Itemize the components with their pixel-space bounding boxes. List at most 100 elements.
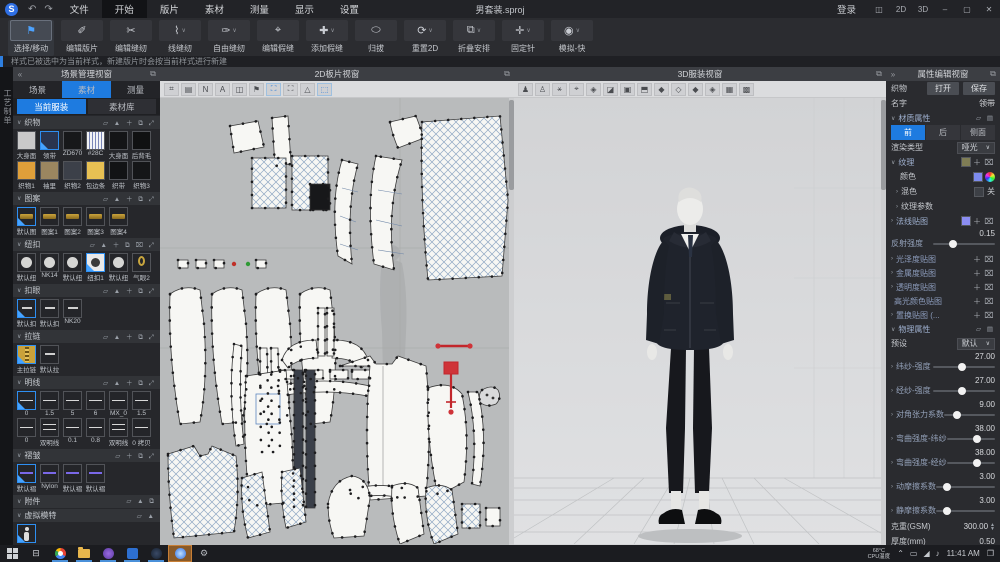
swatch-NK20[interactable]: NK20 (61, 299, 84, 328)
section-header-明线[interactable]: ∨明线▱ ▲ ＋ ⧉ ⤢ (13, 376, 160, 389)
slider-track[interactable] (936, 486, 995, 488)
style3d-app-icon[interactable] (168, 545, 192, 562)
tool-edit-basting[interactable]: ⌖编辑假缝 (257, 20, 299, 54)
face-tab-侧面[interactable]: 侧面 (961, 125, 995, 140)
swatch-领带[interactable]: 领带 (38, 131, 61, 160)
app-purple-icon[interactable] (96, 545, 120, 562)
slider-track[interactable] (933, 366, 995, 368)
swatch-NK14[interactable]: NK14 (38, 253, 61, 282)
tool-free-sewing[interactable]: ✑∨自由缝纫 (208, 20, 250, 54)
color-picker-icon[interactable] (985, 172, 995, 182)
swatch-织物1[interactable]: 织物1 (15, 161, 38, 190)
swatch-虚拟模特[interactable] (15, 524, 38, 543)
snap-grid-icon[interactable]: ⌗ (164, 83, 179, 96)
add-icon[interactable]: ＋ (971, 282, 983, 293)
show-garment-icon[interactable]: ⛶ (266, 83, 281, 96)
popout-icon[interactable]: ⧉ (872, 69, 886, 79)
swatch-0 拷贝[interactable]: 0 拷贝 (130, 418, 153, 447)
trash-icon[interactable]: ⌧ (983, 158, 995, 167)
trash-icon[interactable]: ⌧ (983, 255, 995, 264)
menu-版片[interactable]: 版片 (147, 0, 192, 18)
snap-icon[interactable]: ◈ (586, 83, 601, 96)
tape-icon[interactable]: ⌖ (569, 83, 584, 96)
swatch-默认褶[interactable]: 默认褶 (84, 464, 107, 493)
swatch-双明线[interactable]: 双明线 (107, 418, 130, 447)
scene-tab-素材[interactable]: 素材 (62, 81, 111, 98)
trash-icon[interactable]: ⌧ (983, 297, 995, 306)
swatch-默认褶[interactable]: 默认褶 (61, 464, 84, 493)
render-type-dropdown[interactable]: 哑光∨ (957, 142, 995, 154)
preset-dropdown[interactable]: 默认∨ (957, 338, 995, 350)
mesh-icon[interactable]: ⬒ (637, 83, 652, 96)
pattern-pieces[interactable] (168, 116, 508, 544)
menu-开始[interactable]: 开始 (102, 0, 147, 18)
notification-icon[interactable]: ❐ (987, 549, 994, 558)
add-icon[interactable]: ＋ (971, 157, 983, 168)
pattern-2d-viewport[interactable]: 2D板片视窗 ⧉ ⌗▤NA◫⚑⛶⛶△⬚ (160, 67, 514, 545)
app-blue-icon[interactable] (120, 545, 144, 562)
battery-icon[interactable]: ▭ (910, 549, 918, 558)
swatch-1.5[interactable]: 1.5 (130, 391, 153, 417)
swatch-MX_0[interactable]: MX_0 (107, 391, 130, 417)
section-header-织物[interactable]: ∨织物▱ ▲ ＋ ⧉ ⤢ (13, 116, 160, 129)
scene-tab-测量[interactable]: 测量 (111, 81, 160, 98)
view-3d-icon[interactable]: 3D (912, 0, 934, 18)
scene-subtab-当前服装[interactable]: 当前服装 (17, 99, 86, 114)
menu-设置[interactable]: 设置 (327, 0, 372, 18)
texture-swatch[interactable] (961, 157, 971, 167)
pattern-pieces-canvas[interactable] (160, 98, 514, 544)
garment-a-icon[interactable]: ◇ (671, 83, 686, 96)
popout-icon[interactable]: ⧉ (500, 69, 514, 79)
blend-off[interactable]: 关 (987, 186, 995, 197)
swatch-图案2[interactable]: 图案2 (61, 207, 84, 236)
close-icon[interactable]: ✕ (978, 0, 1000, 18)
lock-piece-icon[interactable]: △ (300, 83, 315, 96)
swatch-图案3[interactable]: 图案3 (84, 207, 107, 236)
swatch-默认纽[interactable]: 默认纽 (107, 253, 130, 282)
thickness-value[interactable]: 0.50 (979, 537, 995, 545)
cpu-temp-widget[interactable]: 68°C CPU温度 (868, 548, 891, 560)
section-header-图案[interactable]: ∨图案▱ ▲ ＋ ⧉ ⤢ (13, 192, 160, 205)
swatch-Nylon[interactable]: Nylon (38, 464, 61, 493)
mirror-icon[interactable]: ▤ (181, 83, 196, 96)
fit-map-icon[interactable]: ▦ (722, 83, 737, 96)
hidden-icons-chevron[interactable]: ⌃ (897, 549, 904, 558)
swatch-袖里[interactable]: 袖里 (38, 161, 61, 190)
file-explorer-icon[interactable] (72, 545, 96, 562)
mannequin-canvas[interactable] (514, 98, 886, 544)
trash-icon[interactable]: ⌧ (983, 311, 995, 320)
swatch-0.1[interactable]: 0.1 (61, 418, 84, 447)
scene-tab-场景[interactable]: 场景 (13, 81, 62, 98)
section-header-褶皱[interactable]: ∨褶皱▱ ＋ ⧉ ⤢ (13, 449, 160, 462)
task-view-button[interactable]: ⊟ (24, 545, 48, 562)
login-button[interactable]: 登录 (837, 2, 856, 16)
swatch-织物2[interactable]: 织物2 (61, 161, 84, 190)
tool-add-basting[interactable]: ✚∨添加假缝 (306, 20, 348, 54)
tool-simulate-fast[interactable]: ◉∨模拟-快 (551, 20, 593, 54)
taskbar-clock[interactable]: 11:41 AM (947, 549, 980, 558)
swatch-默认图[interactable]: 默认图 (15, 207, 38, 236)
section-header-附件[interactable]: ∨附件▱ ▲ ⧉ (13, 495, 160, 508)
caret-down-icon[interactable]: ∨ (428, 27, 432, 34)
swatch-织带[interactable]: 织带 (107, 161, 130, 190)
swatch-默认拉[interactable]: 默认拉 (38, 345, 61, 374)
caret-down-icon[interactable]: ∨ (576, 27, 580, 34)
gsm-stepper[interactable]: ▲▼ (990, 523, 995, 531)
swatch-织物3[interactable]: 织物3 (130, 161, 153, 190)
tool-edit-pattern[interactable]: ✐编辑版片 (61, 20, 103, 54)
trash-icon[interactable]: ⌧ (983, 269, 995, 278)
caret-down-icon[interactable]: ∨ (232, 27, 236, 34)
avatar-pose-icon[interactable]: ♙ (535, 83, 550, 96)
swatch-默认纽[interactable]: 默认纽 (15, 253, 38, 282)
slider-track[interactable] (936, 510, 995, 512)
text-icon[interactable]: A (215, 83, 230, 96)
process-sheet-tab[interactable]: 工艺制单 (2, 89, 13, 125)
tool-fold-arrange[interactable]: ⧉∨折叠安排 (453, 20, 495, 54)
ruler-flag-icon[interactable]: ⚑ (249, 83, 264, 96)
open-button[interactable]: 打开 (927, 82, 959, 95)
reflect-slider[interactable] (933, 243, 995, 245)
swatch-主拉链[interactable]: 主拉链 (15, 345, 38, 374)
layout-toggle-icon[interactable]: ◫ (868, 0, 890, 18)
render-icon[interactable]: ▩ (739, 83, 754, 96)
swatch-5[interactable]: 5 (61, 391, 84, 417)
